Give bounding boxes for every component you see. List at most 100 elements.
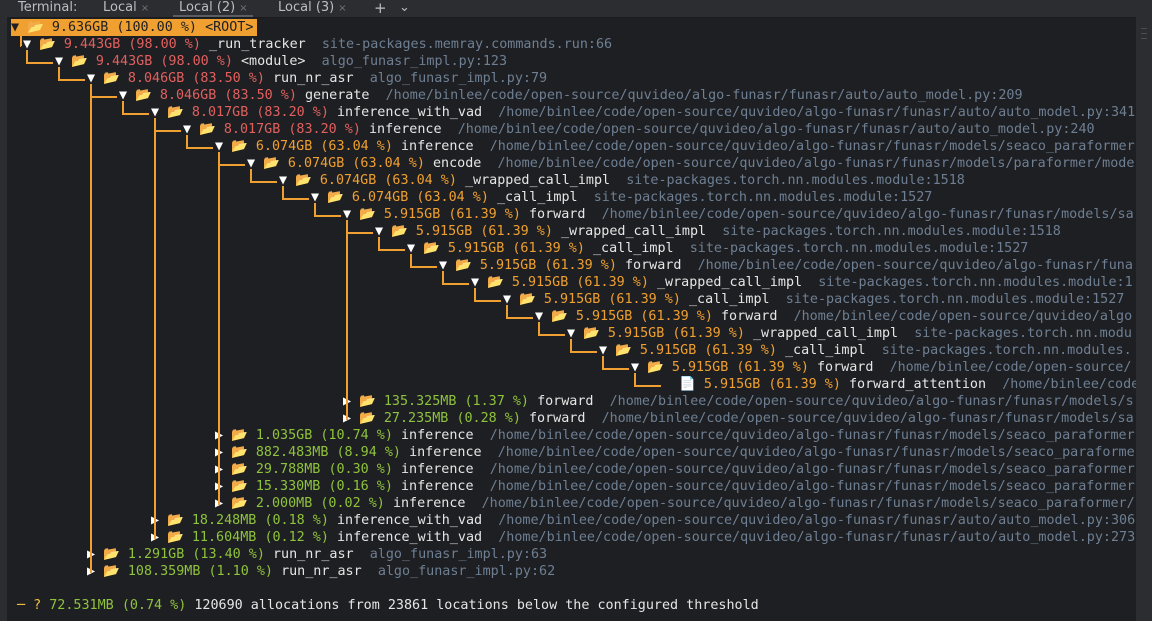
tree-row[interactable]: ▼ 📂 8.017GB (83.20 %) inference_with_vad… <box>151 104 1135 121</box>
tree-row[interactable]: ▼ 📂 5.915GB (61.39 %) forward /home/binl… <box>535 308 1132 325</box>
source-location: site-packages.torch.nn.modules.module:1 <box>818 275 1133 290</box>
tree-row[interactable]: ▶ 📂 15.330MB (0.16 %) inference /home/bi… <box>215 478 1135 495</box>
tree-connector: ─ <box>17 598 34 613</box>
frame-name: _wrapped_call_impl <box>753 326 915 341</box>
size-value: 108.359MB <box>127 564 209 579</box>
folder-open-icon: 📂 <box>359 394 384 409</box>
close-icon[interactable]: × <box>141 3 149 14</box>
frame-name: inference <box>401 479 490 494</box>
threshold-summary: ─ ? 72.531MB (0.74 %) 120690 allocations… <box>17 597 759 614</box>
percent-value: (8.94 %) <box>336 445 410 460</box>
folder-open-icon: 📂 <box>391 224 416 239</box>
tree-row[interactable]: ▶ 📂 1.035GB (10.74 %) inference /home/bi… <box>215 427 1135 444</box>
tree-connector <box>282 198 309 200</box>
size-value: 5.915GB <box>543 292 609 307</box>
tab-label: Local <box>103 0 137 15</box>
tree-row[interactable]: ▼ 📂 5.915GB (61.39 %) _call_impl site-pa… <box>503 291 1124 308</box>
tree-row[interactable]: ▶ 📂 2.000MB (0.02 %) inference /home/bin… <box>215 495 1135 512</box>
folder-open-icon: 📂 <box>359 411 384 426</box>
folder-open-icon: 📂 <box>551 309 576 324</box>
folder-open-icon: 📂 <box>135 88 160 103</box>
frame-name: _call_impl <box>593 241 690 256</box>
tree-row[interactable]: ▼ 📂 8.046GB (83.50 %) generate /home/bin… <box>119 87 1023 104</box>
frame-name: forward <box>721 309 794 324</box>
folder-open-icon: 📂 <box>519 292 544 307</box>
frame-name: forward <box>529 207 602 222</box>
tree-row[interactable]: ▼ 📂 5.915GB (61.39 %) _call_impl site-pa… <box>599 342 1132 359</box>
tree-row[interactable]: ▶ 📂 882.483MB (8.94 %) inference /home/b… <box>215 444 1135 461</box>
tree-row[interactable]: ▼ 📂 5.915GB (61.39 %) _wrapped_call_impl… <box>471 274 1133 291</box>
folder-open-icon: 📂 <box>231 496 256 511</box>
tree-row[interactable]: ▶ 📂 18.248MB (0.18 %) inference_with_vad… <box>151 512 1135 529</box>
tab-local-3[interactable]: Local (3) × <box>278 0 347 17</box>
percent-value: (98.00 %) <box>128 37 209 52</box>
source-location: site-packages.memray.commands.run:66 <box>321 37 613 52</box>
source-location: site-packages.torch.nn.modules.module:15… <box>593 190 933 205</box>
size-value: 5.915GB <box>447 241 513 256</box>
tree-row[interactable]: ▼ 📂 5.915GB (61.39 %) forward /home/binl… <box>439 257 1133 274</box>
close-icon[interactable]: × <box>239 3 247 14</box>
tree-row[interactable]: 📄 5.915GB (61.39 %) forward_attention /h… <box>663 376 1136 393</box>
folder-open-icon: 📂 <box>231 479 256 494</box>
close-icon[interactable]: × <box>338 3 346 14</box>
percent-value: (61.39 %) <box>768 377 849 392</box>
percent-value: (0.16 %) <box>328 479 401 494</box>
tree-row[interactable]: ▼ 📂 5.915GB (61.39 %) _wrapped_call_impl… <box>567 325 1132 342</box>
tree-row[interactable]: ▶ 📂 27.235MB (0.28 %) forward /home/binl… <box>343 410 1134 427</box>
tree-connector <box>506 317 533 319</box>
tree-row[interactable]: ▼ 📂 5.915GB (61.39 %) _call_impl site-pa… <box>407 240 1028 257</box>
tree-row[interactable]: ▼ 📂 8.046GB (83.50 %) run_nr_asr algo_fu… <box>87 70 547 87</box>
size-value: 5.915GB <box>639 343 705 358</box>
percent-value: (61.39 %) <box>512 241 593 256</box>
question-icon: ? <box>33 598 50 613</box>
tree-row[interactable]: ▼ 📂 5.915GB (61.39 %) _wrapped_call_impl… <box>375 223 1061 240</box>
tree-row[interactable]: ▼ 📂 6.074GB (63.04 %) _call_impl site-pa… <box>311 189 932 206</box>
scrollbar[interactable] <box>1136 17 1152 621</box>
source-location: /home/binlee/code/open-source/quvideo/al… <box>601 411 1134 426</box>
folder-open-icon: 📂 <box>231 445 256 460</box>
tab-local[interactable]: Local × <box>103 0 149 17</box>
tree-connector <box>250 181 277 183</box>
tree-row[interactable]: ▼ 📂 5.915GB (61.39 %) forward /home/binl… <box>343 206 1134 223</box>
size-value: 6.074GB <box>351 190 417 205</box>
tree-row[interactable]: ▼ 📂 9.443GB (98.00 %) <module> algo_funa… <box>55 53 507 70</box>
tree-row[interactable]: ▼ 📂 5.915GB (61.39 %) forward /home/binl… <box>631 359 1131 376</box>
percent-value: (1.37 %) <box>464 394 538 409</box>
percent-value: (61.39 %) <box>736 360 817 375</box>
size-value: 8.046GB <box>127 71 193 86</box>
size-value: 5.915GB <box>415 224 481 239</box>
tree-row[interactable]: ▼ 📂 6.074GB (63.04 %) inference /home/bi… <box>215 138 1135 155</box>
tree-row[interactable]: ▶ 📂 135.325MB (1.37 %) forward /home/bin… <box>343 393 1134 410</box>
tree-connector <box>90 96 117 98</box>
tree-row[interactable]: ▶ 📂 1.291GB (13.40 %) run_nr_asr algo_fu… <box>87 546 547 563</box>
tree-row[interactable]: ▼ 📂 8.017GB (83.20 %) inference /home/bi… <box>183 121 1095 138</box>
frame-name: _call_impl <box>497 190 594 205</box>
tree-row[interactable]: ▶ 📂 11.604MB (0.12 %) inference_with_vad… <box>151 529 1135 546</box>
percent-value: (13.40 %) <box>192 547 273 562</box>
source-location: /home/binlee/code/open-source/quvideo/al… <box>457 122 1095 137</box>
percent-value: (0.74 %) <box>121 598 195 613</box>
frame-name: generate <box>305 88 386 103</box>
frame-name: <ROOT> <box>205 20 254 35</box>
new-tab-button[interactable]: + <box>374 0 387 17</box>
size-value: 8.017GB <box>191 105 257 120</box>
size-value: 9.443GB <box>95 54 161 69</box>
tree-row[interactable]: ▼ 📂 6.074GB (63.04 %) _wrapped_call_impl… <box>279 172 965 189</box>
terminal-output[interactable]: ▼ 📂 9.636GB (100.00 %) <ROOT> ▼ 📂 9.443GB… <box>7 17 1136 621</box>
tree-row-root[interactable]: ▼ 📂 9.636GB (100.00 %) <ROOT> <box>11 19 258 36</box>
tree-row[interactable]: ▶ 📂 108.359MB (1.10 %) run_nr_asr algo_f… <box>87 563 555 580</box>
tree-row[interactable]: ▶ 📂 29.788MB (0.30 %) inference /home/bi… <box>215 461 1135 478</box>
percent-value: (63.04 %) <box>352 156 433 171</box>
tree-connector <box>58 79 85 81</box>
tree-connector <box>186 147 213 149</box>
source-location: /home/binlee/code/open-source/quvideo/al… <box>793 309 1133 324</box>
frame-name: forward_attention <box>849 377 1003 392</box>
folder-open-icon: 📂 <box>167 513 192 528</box>
chevron-down-icon[interactable]: ⌄ <box>399 0 410 17</box>
size-value: 2.000MB <box>255 496 321 511</box>
tree-connector <box>154 130 181 132</box>
tree-row[interactable]: ▼ 📂 9.443GB (98.00 %) _run_tracker site-… <box>23 36 612 53</box>
tree-row[interactable]: ▼ 📂 6.074GB (63.04 %) encode /home/binle… <box>247 155 1134 172</box>
source-location: site-packages.torch.nn.modules.module:15… <box>626 173 965 188</box>
source-location: /home/binlee/code/open-source/quvideo/al… <box>489 139 1135 154</box>
